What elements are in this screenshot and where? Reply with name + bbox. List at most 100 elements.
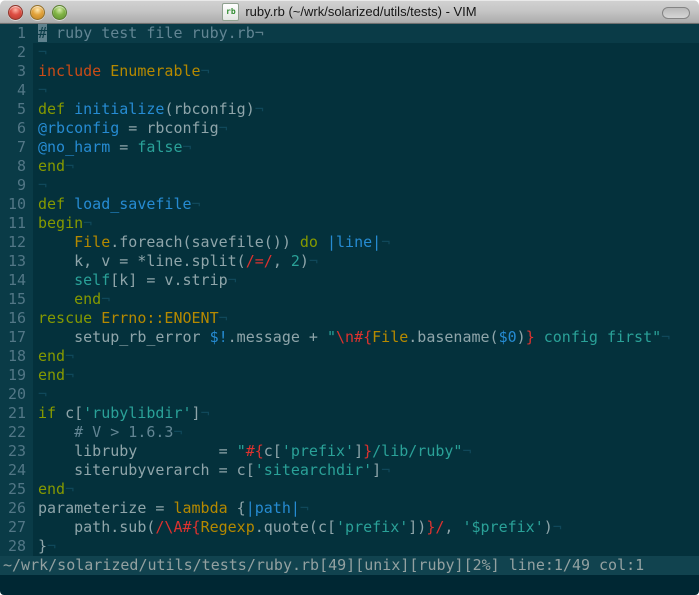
line-number: 23	[0, 442, 33, 461]
syntax-segment: [k] = v.strip	[110, 271, 227, 289]
eol-marker-icon: ¬	[65, 366, 74, 384]
line-number: 8	[0, 157, 33, 176]
line-text: end¬	[33, 157, 699, 176]
syntax-segment: /\A#{	[155, 518, 200, 536]
code-line[interactable]: 22 # V > 1.6.3¬	[0, 423, 699, 442]
syntax-segment: )	[517, 328, 526, 346]
eol-marker-icon: ¬	[462, 442, 471, 460]
code-line[interactable]: 25end¬	[0, 480, 699, 499]
code-line[interactable]: 26parameterize = lambda {|path|¬	[0, 499, 699, 518]
line-text: include Enumerable¬	[33, 62, 699, 81]
line-number: 7	[0, 138, 33, 157]
line-number: 18	[0, 347, 33, 366]
syntax-segment: .foreach(savefile())	[110, 233, 300, 251]
line-text: libruby = "#{c['prefix']}/lib/ruby"¬	[33, 442, 699, 461]
vim-window: rb ruby.rb (~/wrk/solarized/utils/tests)…	[0, 0, 699, 595]
code-line[interactable]: 27 path.sub(/\A#{Regexp.quote(c['prefix'…	[0, 518, 699, 537]
code-line[interactable]: 15 end¬	[0, 290, 699, 309]
syntax-segment: include	[38, 62, 101, 80]
zoom-button[interactable]	[52, 5, 67, 20]
syntax-segment: rescue	[38, 309, 92, 327]
syntax-segment	[38, 290, 74, 308]
eol-marker-icon: ¬	[65, 480, 74, 498]
code-line[interactable]: 21if c['rubylibdir']¬	[0, 404, 699, 423]
line-text: siterubyverarch = c['sitearchdir']¬	[33, 461, 699, 480]
syntax-segment: end	[74, 290, 101, 308]
syntax-segment	[101, 62, 110, 80]
code-line[interactable]: 1# ruby test file ruby.rb¬	[0, 24, 699, 43]
code-line[interactable]: 19end¬	[0, 366, 699, 385]
code-line[interactable]: 11begin¬	[0, 214, 699, 233]
syntax-segment: end	[38, 480, 65, 498]
code-line[interactable]: 9¬	[0, 176, 699, 195]
titlebar[interactable]: rb ruby.rb (~/wrk/solarized/utils/tests)…	[0, 0, 699, 24]
code-line[interactable]: 14 self[k] = v.strip¬	[0, 271, 699, 290]
syntax-segment: path.sub(	[38, 518, 155, 536]
line-number: 17	[0, 328, 33, 347]
eol-marker-icon: ¬	[65, 347, 74, 365]
line-number: 13	[0, 252, 33, 271]
code-line[interactable]: 7@no_harm = false¬	[0, 138, 699, 157]
code-line[interactable]: 17 setup_rb_error $!.message + "\n#{File…	[0, 328, 699, 347]
code-line[interactable]: 8end¬	[0, 157, 699, 176]
line-text: @no_harm = false¬	[33, 138, 699, 157]
line-text: path.sub(/\A#{Regexp.quote(c['prefix'])}…	[33, 518, 699, 537]
code-line[interactable]: 13 k, v = *line.split(/=/, 2)¬	[0, 252, 699, 271]
code-line[interactable]: 20¬	[0, 385, 699, 404]
syntax-segment: lambda	[173, 499, 227, 517]
toolbar-toggle-button[interactable]	[662, 7, 690, 19]
syntax-segment: "	[327, 328, 336, 346]
code-line[interactable]: 23 libruby = "#{c['prefix']}/lib/ruby"¬	[0, 442, 699, 461]
syntax-segment: if	[38, 404, 56, 422]
line-text: end¬	[33, 366, 699, 385]
syntax-segment: ,	[444, 518, 462, 536]
syntax-segment: }	[526, 328, 535, 346]
syntax-segment: c[	[56, 404, 83, 422]
line-number: 19	[0, 366, 33, 385]
syntax-segment: siterubyverarch = c[	[38, 461, 255, 479]
code-line[interactable]: 6@rbconfig = rbconfig¬	[0, 119, 699, 138]
syntax-segment: {	[228, 499, 246, 517]
line-text: k, v = *line.split(/=/, 2)¬	[33, 252, 699, 271]
code-line[interactable]: 12 File.foreach(savefile()) do |line|¬	[0, 233, 699, 252]
code-line[interactable]: 18end¬	[0, 347, 699, 366]
syntax-segment: Enumerable	[110, 62, 200, 80]
code-line[interactable]: 16rescue Errno::ENOENT¬	[0, 309, 699, 328]
line-text: def initialize(rbconfig)¬	[33, 100, 699, 119]
code-line[interactable]: 28}¬	[0, 537, 699, 556]
code-line[interactable]: 4¬	[0, 81, 699, 100]
syntax-segment: ]	[372, 461, 381, 479]
code-line[interactable]: 10def load_savefile¬	[0, 195, 699, 214]
line-number: 15	[0, 290, 33, 309]
syntax-segment: (rbconfig)	[164, 100, 254, 118]
syntax-segment: false	[137, 138, 182, 156]
line-number: 10	[0, 195, 33, 214]
eol-marker-icon: ¬	[255, 24, 264, 42]
syntax-segment: }/	[426, 518, 444, 536]
code-line[interactable]: 5def initialize(rbconfig)¬	[0, 100, 699, 119]
syntax-segment: k, v = *line.split(	[38, 252, 246, 270]
eol-marker-icon: ¬	[255, 100, 264, 118]
syntax-segment: setup_rb_error	[38, 328, 210, 346]
editor-viewport[interactable]: 1# ruby test file ruby.rb¬2¬3include Enu…	[0, 24, 699, 556]
syntax-segment: # V > 1.6.3	[38, 423, 173, 441]
eol-marker-icon: ¬	[173, 423, 182, 441]
line-number: 16	[0, 309, 33, 328]
code-line[interactable]: 2¬	[0, 43, 699, 62]
syntax-segment	[38, 233, 74, 251]
code-line[interactable]: 3include Enumerable¬	[0, 62, 699, 81]
eol-marker-icon: ¬	[38, 81, 47, 99]
minimize-button[interactable]	[30, 5, 45, 20]
eol-marker-icon: ¬	[47, 537, 56, 555]
syntax-segment: File	[74, 233, 110, 251]
eol-marker-icon: ¬	[381, 461, 390, 479]
line-number: 2	[0, 43, 33, 62]
eol-marker-icon: ¬	[228, 271, 237, 289]
eol-marker-icon: ¬	[309, 252, 318, 270]
line-text: end¬	[33, 290, 699, 309]
close-button[interactable]	[8, 5, 23, 20]
line-number: 26	[0, 499, 33, 518]
code-line[interactable]: 24 siterubyverarch = c['sitearchdir']¬	[0, 461, 699, 480]
syntax-segment: '$prefix'	[462, 518, 543, 536]
syntax-segment: end	[38, 157, 65, 175]
